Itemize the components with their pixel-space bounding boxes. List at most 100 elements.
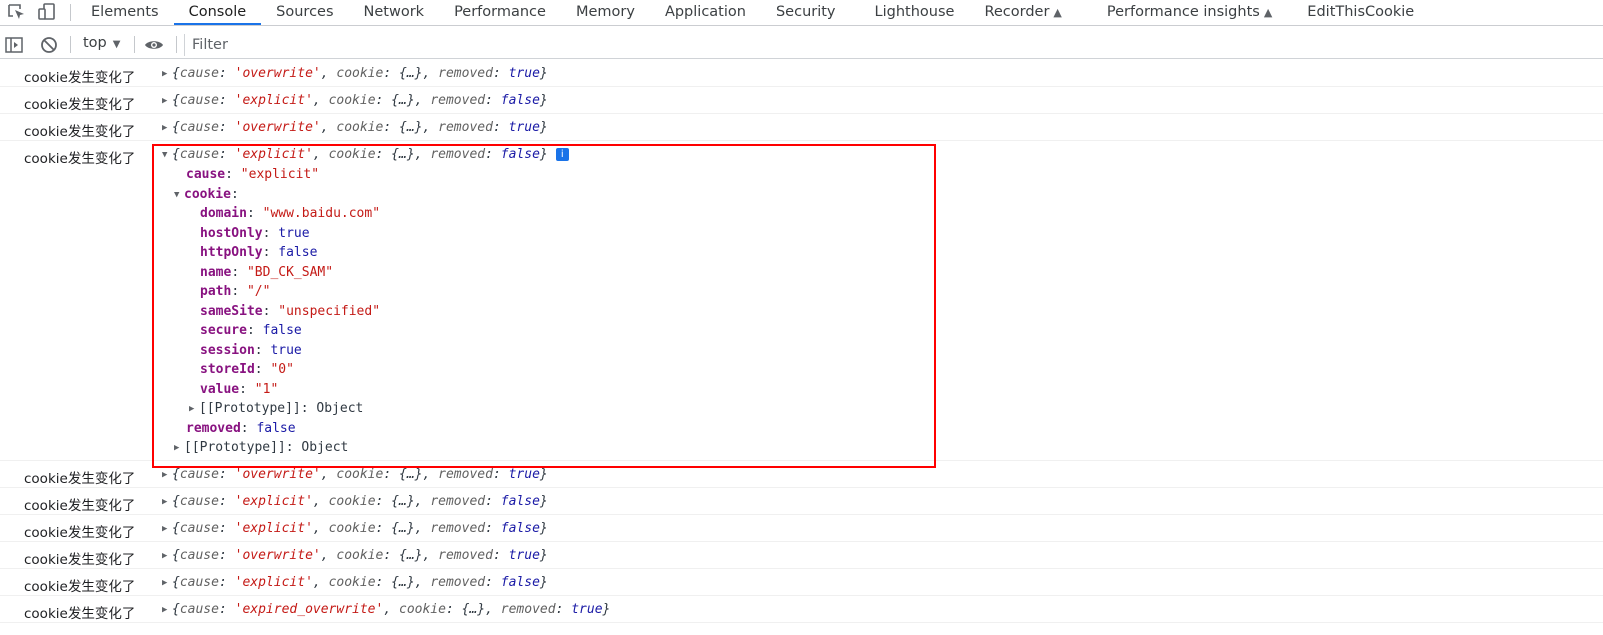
preview-value-removed: false bbox=[500, 521, 540, 536]
tab-elements[interactable]: Elements bbox=[76, 0, 174, 25]
preview-key-cause: cause bbox=[179, 548, 219, 563]
preview-value-removed: true bbox=[508, 548, 540, 563]
preview-key-removed: removed bbox=[438, 467, 493, 482]
inspect-element-icon[interactable] bbox=[6, 2, 28, 22]
preview-key-removed: removed bbox=[438, 548, 493, 563]
tab-label: Security bbox=[775, 4, 836, 20]
preview-value-removed: false bbox=[500, 93, 540, 108]
triangle-right-icon[interactable]: ▶ bbox=[162, 605, 172, 615]
tab-sources[interactable]: Sources bbox=[261, 0, 348, 25]
device-toolbar-icon[interactable] bbox=[36, 2, 58, 22]
preview-key-removed: removed bbox=[500, 602, 556, 617]
context-selector[interactable]: top ▼ bbox=[83, 35, 120, 51]
preview-key-cookie: cookie bbox=[328, 494, 376, 509]
tab-performance-insights[interactable]: Performance insights ▲ bbox=[1077, 0, 1287, 25]
triangle-right-icon[interactable]: ▶ bbox=[162, 123, 172, 133]
experimental-flask-icon: ▲ bbox=[1263, 6, 1273, 19]
console-message-text: cookie发生变化了 bbox=[24, 498, 136, 514]
preview-value-removed: false bbox=[500, 575, 540, 590]
console-message-text: cookie发生变化了 bbox=[24, 70, 136, 86]
console-message-row: cookie发生变化了 ▶ {cause: 'overwrite', cookie:… bbox=[0, 114, 1603, 141]
console-message-row: cookie发生变化了 ▶ {cause: 'overwrite', cookie:… bbox=[0, 542, 1603, 569]
preview-key-cookie: cookie bbox=[336, 120, 384, 135]
tab-label: Network bbox=[363, 4, 425, 20]
object-preview[interactable]: ▶ {cause: 'overwrite', cookie: {…}, remov… bbox=[162, 467, 548, 482]
object-preview[interactable]: ▶ {cause: 'expired_overwrite', cookie: {…… bbox=[162, 602, 610, 617]
eye-icon[interactable] bbox=[143, 35, 165, 55]
tab-memory[interactable]: Memory bbox=[561, 0, 650, 25]
console-message-text: cookie发生变化了 bbox=[24, 525, 136, 541]
sidebar-toggle-icon[interactable] bbox=[4, 35, 24, 55]
console-message-row: cookie发生变化了 ▶ {cause: 'explicit', cookie: … bbox=[0, 515, 1603, 542]
preview-key-removed: removed bbox=[430, 93, 486, 108]
preview-key-cause: cause bbox=[179, 120, 219, 135]
console-message-text: cookie发生变化了 bbox=[24, 97, 136, 113]
preview-value-cause: 'overwrite' bbox=[234, 548, 321, 563]
filter-input[interactable] bbox=[185, 34, 1603, 56]
object-preview[interactable]: ▶ {cause: 'explicit', cookie: {…}, remove… bbox=[162, 93, 548, 108]
preview-value-removed: true bbox=[571, 602, 603, 617]
triangle-right-icon[interactable]: ▶ bbox=[162, 470, 172, 480]
console-message-text: cookie发生变化了 bbox=[24, 151, 136, 167]
tab-console[interactable]: Console bbox=[173, 0, 262, 25]
devtools-tabbar: Elements Console Sources Network Perform… bbox=[0, 0, 1603, 26]
preview-key-removed: removed bbox=[430, 521, 486, 536]
tab-application[interactable]: Application bbox=[650, 0, 761, 25]
triangle-right-icon[interactable]: ▶ bbox=[162, 497, 172, 507]
preview-key-removed: removed bbox=[430, 575, 486, 590]
preview-key-removed: removed bbox=[430, 494, 486, 509]
preview-value-cause: 'explicit' bbox=[234, 575, 313, 590]
console-message-row: cookie发生变化了 ▶ {cause: 'explicit', cookie: … bbox=[0, 87, 1603, 114]
tab-network[interactable]: Network bbox=[349, 0, 440, 25]
console-message-row: cookie发生变化了 ▶ {cause: 'explicit', cookie: … bbox=[0, 569, 1603, 596]
preview-value-cause: 'explicit' bbox=[234, 93, 313, 108]
preview-key-cause: cause bbox=[179, 93, 219, 108]
preview-key-cookie: cookie bbox=[328, 521, 376, 536]
preview-key-cause: cause bbox=[179, 494, 219, 509]
preview-key-cookie: cookie bbox=[328, 93, 376, 108]
triangle-right-icon[interactable]: ▶ bbox=[162, 551, 172, 561]
preview-value-cause: 'overwrite' bbox=[234, 120, 321, 135]
preview-value-cause: 'overwrite' bbox=[234, 66, 321, 81]
preview-key-cookie: cookie bbox=[336, 467, 384, 482]
console-message-text: cookie发生变化了 bbox=[24, 552, 136, 568]
tab-performance[interactable]: Performance bbox=[439, 0, 561, 25]
toolbar-divider bbox=[176, 36, 177, 53]
preview-key-cookie: cookie bbox=[328, 575, 376, 590]
panel-tabs: Elements Console Sources Network Perform… bbox=[76, 0, 1429, 25]
object-preview[interactable]: ▶ {cause: 'explicit', cookie: {…}, remove… bbox=[162, 575, 548, 590]
preview-key-cookie: cookie bbox=[399, 602, 446, 617]
console-message-text: cookie发生变化了 bbox=[24, 579, 136, 595]
tab-label: Recorder bbox=[984, 4, 1050, 20]
tab-label: Performance bbox=[454, 4, 546, 20]
triangle-right-icon[interactable]: ▶ bbox=[162, 69, 172, 79]
preview-value-removed: true bbox=[508, 467, 540, 482]
tab-lighthouse[interactable]: Lighthouse bbox=[851, 0, 970, 25]
object-preview[interactable]: ▶ {cause: 'overwrite', cookie: {…}, remov… bbox=[162, 548, 548, 563]
tabbar-divider bbox=[70, 4, 71, 21]
triangle-right-icon[interactable]: ▶ bbox=[162, 578, 172, 588]
tab-label: EditThisCookie bbox=[1307, 4, 1415, 20]
preview-value-cause: 'explicit' bbox=[234, 521, 313, 536]
annotation-highlight-box bbox=[152, 144, 936, 468]
tab-editthiscookie[interactable]: EditThisCookie bbox=[1287, 0, 1429, 25]
preview-key-cause: cause bbox=[179, 575, 219, 590]
console-message-text: cookie发生变化了 bbox=[24, 124, 136, 140]
object-preview[interactable]: ▶ {cause: 'explicit', cookie: {…}, remove… bbox=[162, 521, 548, 536]
object-preview[interactable]: ▶ {cause: 'overwrite', cookie: {…}, remov… bbox=[162, 120, 548, 135]
toolbar-divider bbox=[134, 36, 135, 53]
tab-recorder[interactable]: Recorder ▲ bbox=[969, 0, 1076, 25]
tab-label: Sources bbox=[276, 4, 334, 20]
preview-value-removed: true bbox=[508, 120, 540, 135]
experimental-flask-icon: ▲ bbox=[1053, 6, 1062, 19]
triangle-right-icon[interactable]: ▶ bbox=[162, 96, 172, 106]
preview-key-removed: removed bbox=[438, 120, 493, 135]
object-preview[interactable]: ▶ {cause: 'overwrite', cookie: {…}, remov… bbox=[162, 66, 548, 81]
preview-key-removed: removed bbox=[438, 66, 493, 81]
object-preview[interactable]: ▶ {cause: 'explicit', cookie: {…}, remove… bbox=[162, 494, 548, 509]
triangle-right-icon[interactable]: ▶ bbox=[162, 524, 172, 534]
clear-console-icon[interactable] bbox=[39, 35, 59, 55]
console-message-row: cookie发生变化了 ▶ {cause: 'explicit', cookie: … bbox=[0, 488, 1603, 515]
tab-label: Memory bbox=[575, 4, 635, 20]
tab-security[interactable]: Security bbox=[761, 0, 851, 25]
